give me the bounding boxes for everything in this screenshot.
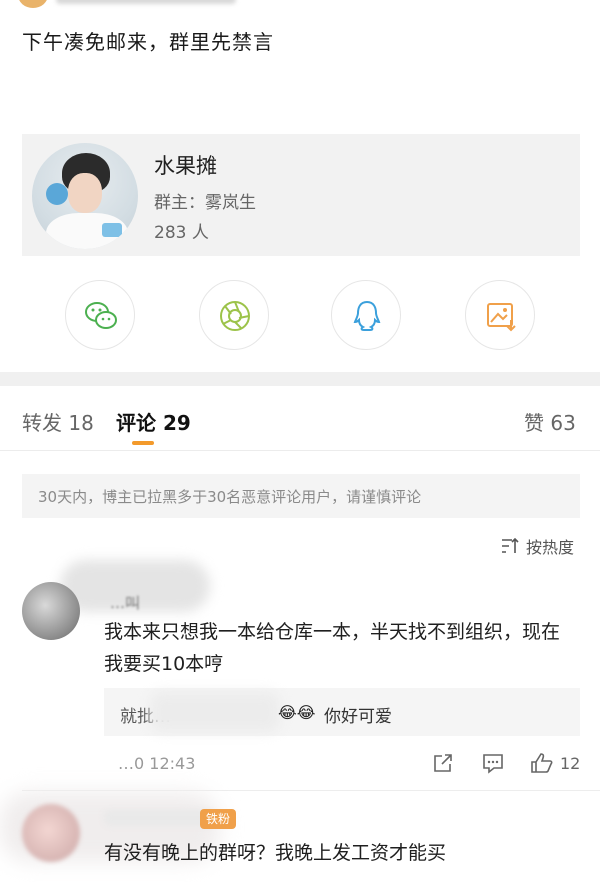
comment-notice-text: 30天内，博主已拉黑多于30名恶意评论用户，请谨慎评论 [38, 488, 422, 506]
reply-text: 你好可爱 [324, 707, 392, 727]
save-image-icon [487, 303, 516, 332]
comment-separator [22, 790, 600, 791]
commenter-avatar[interactable] [22, 582, 80, 640]
commenter-name-redacted[interactable] [104, 810, 214, 826]
sort-icon[interactable] [500, 537, 520, 555]
author-avatar[interactable] [18, 0, 48, 8]
group-name: 水果摊 [154, 154, 217, 178]
qq-icon [353, 300, 381, 331]
wechat-icon [85, 302, 117, 329]
group-member-count: 283 人 [154, 223, 209, 243]
tab-repost[interactable]: 转发 18 [22, 407, 94, 436]
save-image-button[interactable] [465, 280, 535, 350]
tab-comment[interactable]: 评论 29 [116, 407, 191, 436]
sort-by-heat-button[interactable]: 按热度 [526, 534, 574, 558]
fan-badge: 铁粉 [200, 809, 237, 829]
moments-icon [220, 301, 250, 331]
laughing-emoji-icon: 😂😂 [278, 703, 316, 722]
share-icon[interactable] [432, 752, 454, 774]
reply-icon[interactable] [482, 752, 504, 774]
tabs-divider [0, 450, 600, 451]
active-tab-indicator [132, 441, 154, 445]
group-avatar [32, 143, 138, 249]
commenter-avatar[interactable] [22, 804, 80, 862]
share-qq-button[interactable] [331, 280, 401, 350]
like-icon[interactable] [530, 752, 554, 774]
comment-text: 有没有晚上的群呀？我晚上发工资才能买 [104, 842, 447, 864]
section-divider [0, 372, 600, 386]
commenter-name[interactable]: …叫 [110, 592, 140, 613]
redaction-blur [150, 692, 280, 732]
comment-text: 我本来只想我一本给仓库一本，半天找不到组织，现在我要买10本哼 [104, 621, 561, 675]
share-moments-button[interactable] [199, 280, 269, 350]
comment-timestamp: …0 12:43 [118, 754, 196, 773]
share-wechat-button[interactable] [65, 280, 135, 350]
group-owner: 群主：雾岚生 [154, 193, 256, 213]
like-count: 12 [560, 754, 581, 773]
post-text: 下午凑免邮来，群里先禁言 [22, 30, 274, 54]
tab-like[interactable]: 赞 63 [524, 407, 576, 436]
author-name-redacted [56, 0, 236, 4]
